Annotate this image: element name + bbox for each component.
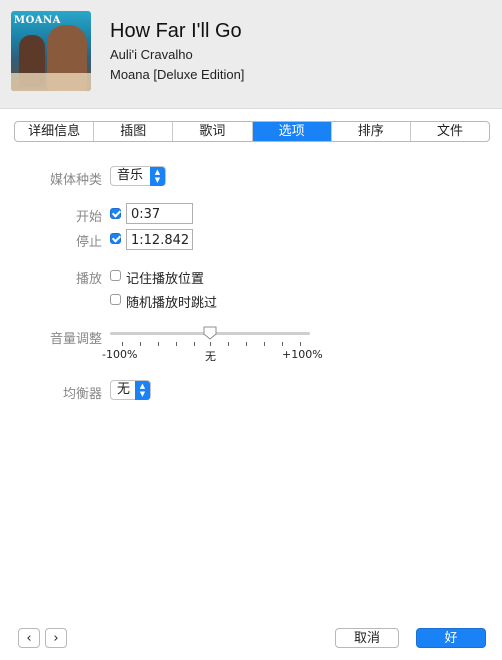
stop-checkbox[interactable] [110,233,121,244]
ok-button[interactable]: 好 [416,628,486,648]
media-kind-label: 媒体种类 [49,173,102,188]
volume-tick [158,342,159,346]
volume-tick [210,342,211,346]
volume-max-label: +100% [282,348,323,361]
tab-details[interactable]: 详细信息 [15,122,95,141]
media-kind-select[interactable]: 音乐 ▲ ▼ [110,166,166,186]
tab-artwork[interactable]: 插图 [94,122,174,141]
song-album: Moana [Deluxe Edition] [110,67,245,82]
cancel-button[interactable]: 取消 [335,628,399,648]
volume-tick [300,342,301,346]
equalizer-value: 无 [117,382,131,397]
volume-mid-label: 无 [205,350,216,363]
volume-min-label: -100% [102,348,138,361]
tab-options[interactable]: 选项 [252,122,332,141]
song-artist: Auli'i Cravalho [110,47,193,62]
volume-tick [122,342,123,346]
skip-shuffle-label[interactable]: 随机播放时跳过 [126,292,217,311]
stop-time-field[interactable]: 1:12.842 [126,229,193,250]
remember-position-label[interactable]: 记住播放位置 [126,268,204,287]
volume-tick [140,342,141,346]
stop-label: 停止 [75,235,102,250]
volume-tick [228,342,229,346]
artwork-wave [11,73,91,91]
volume-tick [176,342,177,346]
skip-shuffle-checkbox[interactable] [110,294,121,305]
start-checkbox[interactable] [110,208,121,219]
tab-file[interactable]: 文件 [411,122,489,141]
select-arrows-icon: ▲ ▼ [150,167,165,186]
volume-tick [194,342,195,346]
select-arrows-icon: ▲ ▼ [135,381,150,400]
equalizer-select[interactable]: 无 ▲ ▼ [110,380,151,400]
chevron-left-icon: ‹ [26,631,32,646]
tab-lyrics[interactable]: 歌词 [173,122,253,141]
chevron-right-icon: › [53,631,59,646]
song-title: How Far I'll Go [110,20,242,42]
next-track-button[interactable]: › [45,628,67,648]
equalizer-label: 均衡器 [62,387,102,402]
start-label: 开始 [75,210,102,225]
volume-slider-thumb[interactable] [203,326,217,340]
volume-tick [264,342,265,346]
info-tab-bar: 详细信息 插图 歌词 选项 排序 文件 [14,121,490,142]
previous-track-button[interactable]: ‹ [18,628,40,648]
media-kind-value: 音乐 [117,168,144,183]
album-artwork: MOANA [11,11,91,91]
volume-tick [246,342,247,346]
remember-position-checkbox[interactable] [110,270,121,281]
tab-sorting[interactable]: 排序 [332,122,411,141]
artwork-logo-text: MOANA [14,15,61,26]
volume-label: 音量调整 [49,332,102,347]
start-time-field[interactable]: 0:37 [126,203,193,224]
track-header: MOANA How Far I'll Go Auli'i Cravalho Mo… [0,0,502,109]
volume-tick [282,342,283,346]
playback-label: 播放 [75,272,102,287]
